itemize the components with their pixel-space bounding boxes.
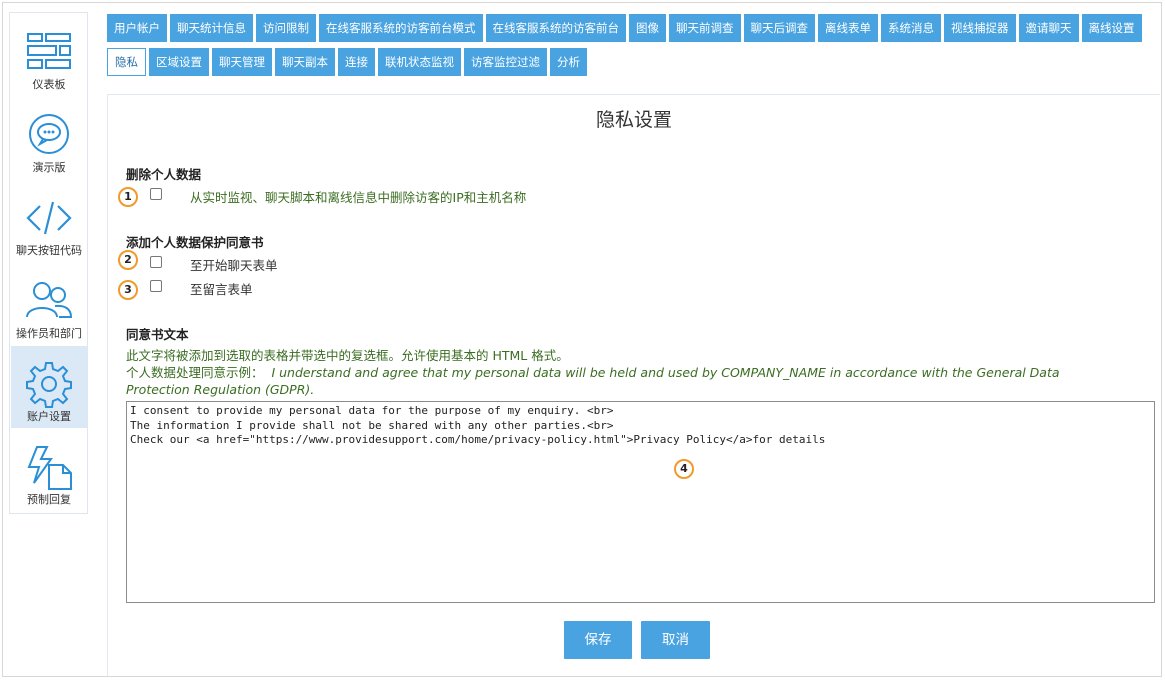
cancel-button[interactable]: 取消 <box>641 621 710 659</box>
chat-bubble-icon <box>29 114 69 154</box>
tab-chat-invitation[interactable]: 邀请聊天 <box>1018 14 1079 42</box>
annotation-badge-3: 3 <box>118 280 138 300</box>
consent-text-heading: 同意书文本 <box>126 327 189 342</box>
tab-visitor-monitor-filter[interactable]: 访客监控过滤 <box>464 48 547 76</box>
tab-eye-catcher[interactable]: 视线捕捉器 <box>944 14 1016 42</box>
dashboard-icon <box>27 33 71 69</box>
start-chat-form-label: 至开始聊天表单 <box>190 258 278 273</box>
sidebar-item-label: 预制回复 <box>27 493 71 506</box>
remove-personal-data-heading: 删除个人数据 <box>126 167 202 182</box>
tabs-row-2: 隐私 区域设置 聊天管理 聊天副本 连接 联机状态监视 访客监控过滤 分析 <box>107 48 587 76</box>
remove-ip-label: 从实时监视、聊天脚本和离线信息中删除访客的IP和主机名称 <box>190 190 527 205</box>
consent-example-text: I understand and agree that my personal … <box>126 365 1060 397</box>
consent-heading: 添加个人数据保护同意书 <box>126 235 264 250</box>
tab-system-messages[interactable]: 系统消息 <box>881 14 941 42</box>
annotation-badge-4: 4 <box>674 459 694 479</box>
tab-user-accounts[interactable]: 用户帐户 <box>107 14 167 42</box>
tab-analytics[interactable]: 分析 <box>550 48 587 76</box>
sidebar-item-account-settings[interactable]: 账户设置 <box>11 346 87 428</box>
gear-icon <box>26 362 72 408</box>
annotation-badge-1: 1 <box>118 187 138 207</box>
tab-chat-statistics[interactable]: 聊天统计信息 <box>170 14 253 42</box>
consent-example-prefix: 个人数据处理同意示例： <box>126 365 264 380</box>
annotation-badge-2: 2 <box>118 250 138 270</box>
tab-post-chat-survey[interactable]: 聊天后调查 <box>743 14 815 42</box>
consent-example: 个人数据处理同意示例： I understand and agree that … <box>126 364 1126 398</box>
tab-chat-transcripts[interactable]: 聊天副本 <box>275 48 335 76</box>
tab-visitor-front-mode[interactable]: 在线客服系统的访客前台模式 <box>319 14 483 42</box>
sidebar-item-label: 聊天按钮代码 <box>16 244 82 257</box>
tab-chat-management[interactable]: 聊天管理 <box>212 48 272 76</box>
consent-text-area[interactable]: I consent to provide my personal data fo… <box>126 401 1155 603</box>
sidebar-item-operators[interactable]: 操作员和部门 <box>11 263 87 345</box>
sidebar-item-canned-replies[interactable]: 预制回复 <box>11 429 87 511</box>
tab-visitor-front[interactable]: 在线客服系统的访客前台 <box>485 14 626 42</box>
tab-offline-settings[interactable]: 离线设置 <box>1081 14 1142 42</box>
tab-images[interactable]: 图像 <box>629 14 666 42</box>
tab-offline-form[interactable]: 离线表单 <box>818 14 878 42</box>
sidebar-item-label: 演示版 <box>32 161 66 174</box>
message-form-checkbox[interactable] <box>150 280 162 292</box>
tab-access-restrictions[interactable]: 访问限制 <box>256 14 316 42</box>
tab-connection[interactable]: 连接 <box>338 48 375 76</box>
users-icon <box>26 282 73 318</box>
sidebar-item-label: 账户设置 <box>27 410 71 423</box>
code-icon <box>26 201 72 235</box>
remove-ip-checkbox[interactable] <box>150 188 162 200</box>
sidebar-item-label: 操作员和部门 <box>16 327 82 340</box>
canned-reply-icon <box>27 446 72 490</box>
consent-text-description: 此文字将被添加到选取的表格并带选中的复选框。允许使用基本的 HTML 格式。 <box>126 348 569 363</box>
sidebar-item-demo[interactable]: 演示版 <box>11 97 87 179</box>
page-title: 隐私设置 <box>595 109 672 131</box>
sidebar-item-label: 仪表板 <box>32 78 66 91</box>
sidebar-item-dashboard[interactable]: 仪表板 <box>11 14 87 96</box>
tab-privacy[interactable]: 隐私 <box>107 48 146 76</box>
start-chat-form-checkbox[interactable] <box>150 256 162 268</box>
privacy-settings-panel: 隐私设置 删除个人数据 1 从实时监视、聊天脚本和离线信息中删除访客的IP和主机… <box>107 94 1160 676</box>
message-form-label: 至留言表单 <box>190 282 253 297</box>
sidebar: 仪表板 演示版 聊天按钮代码 操作员和部门 账户设置 预制回复 <box>9 12 88 514</box>
sidebar-item-chat-button-code[interactable]: 聊天按钮代码 <box>11 180 87 262</box>
tab-region-settings[interactable]: 区域设置 <box>149 48 209 76</box>
save-button[interactable]: 保存 <box>564 621 632 659</box>
tabs-row-1: 用户帐户 聊天统计信息 访问限制 在线客服系统的访客前台模式 在线客服系统的访客… <box>107 14 1142 42</box>
tab-online-status-monitor[interactable]: 联机状态监视 <box>378 48 461 76</box>
tab-pre-chat-survey[interactable]: 聊天前调查 <box>669 14 741 42</box>
